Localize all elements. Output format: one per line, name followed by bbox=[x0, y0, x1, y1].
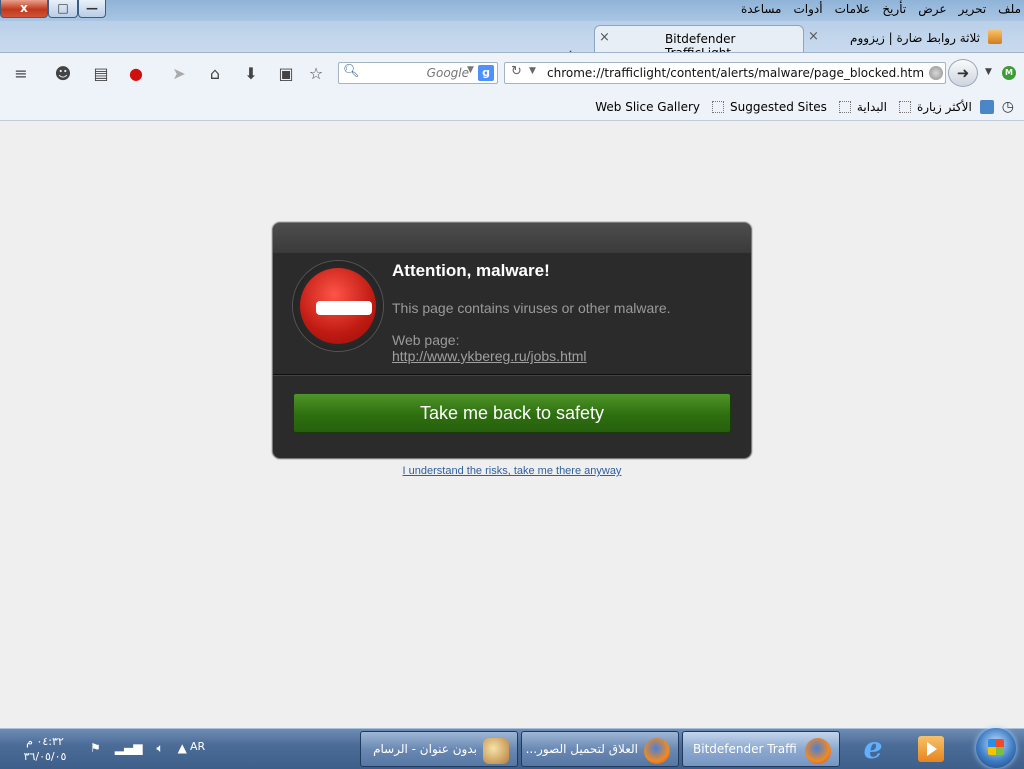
bookmark-label: Suggested Sites bbox=[730, 100, 827, 114]
alert-title: Attention, malware! bbox=[392, 261, 550, 280]
clipboard-icon[interactable]: ▣ bbox=[275, 63, 297, 85]
bookmark-web-slice-gallery[interactable]: Web Slice Gallery bbox=[595, 100, 700, 114]
bookmark-most-visited[interactable]: الأكثر زيارة bbox=[895, 100, 972, 114]
malware-alert-dialog: Attention, malware! This page contains v… bbox=[272, 222, 752, 459]
minimize-icon: — bbox=[86, 1, 98, 15]
bookmarks-toolbar: ◷ الأكثر زيارة البداية Suggested Sites W… bbox=[0, 93, 1024, 121]
stop-bar bbox=[316, 301, 372, 315]
bookmark-page-icon bbox=[898, 101, 911, 113]
windows-logo-icon bbox=[988, 739, 1004, 755]
menu-item-edit[interactable]: تحرير bbox=[959, 2, 987, 16]
task-label: العلاق لتحميل الصور... bbox=[526, 742, 638, 756]
window-minimize-button[interactable]: — bbox=[78, 0, 106, 18]
history-clock-icon[interactable]: ◷ bbox=[1002, 99, 1014, 115]
firefox-icon bbox=[805, 738, 831, 764]
tab-zizoom[interactable]: × ثلاثة روابط ضارة | زيزووم ... bbox=[804, 25, 1016, 52]
reader-view-icon[interactable]: ▤ bbox=[90, 63, 112, 85]
taskbar: ٠٤:٣٢ م ٣٦/٠٥/٠٥ ⚑ ▂▄▆ 🔈︎ ▲ AR بدون عنوا… bbox=[0, 728, 1024, 769]
bookmark-getting-started[interactable]: البداية bbox=[835, 100, 887, 114]
blocked-url-link[interactable]: http://www.ykbereg.ru/jobs.html bbox=[392, 348, 587, 364]
menu-item-file[interactable]: ملف bbox=[998, 2, 1021, 16]
dialog-divider bbox=[273, 374, 751, 376]
search-icon: 🔍︎ bbox=[343, 64, 360, 79]
internet-explorer-icon[interactable]: e bbox=[856, 733, 890, 767]
web-slice-icon[interactable] bbox=[979, 100, 994, 114]
bookmark-label: الأكثر زيارة bbox=[916, 100, 972, 114]
url-input[interactable] bbox=[547, 65, 925, 81]
system-tray: ⚑ ▂▄▆ 🔈︎ ▲ bbox=[90, 741, 187, 756]
forward-button[interactable]: ➜ bbox=[948, 59, 978, 87]
menu-item-bookmarks[interactable]: علامات bbox=[835, 2, 871, 16]
taskbar-item-paint[interactable]: بدون عنوان - الرسام bbox=[360, 731, 518, 767]
title-bar: x □ — ملف تحرير عرض تأريخ علامات أدوات م… bbox=[0, 0, 1024, 21]
language-indicator[interactable]: AR bbox=[190, 740, 205, 753]
chevron-down-icon[interactable]: ▼ bbox=[985, 67, 992, 77]
media-player-icon[interactable] bbox=[918, 736, 944, 762]
menu-item-view[interactable]: عرض bbox=[918, 2, 946, 16]
start-button[interactable] bbox=[976, 728, 1016, 768]
volume-icon[interactable]: 🔈︎ bbox=[156, 741, 163, 756]
bookmark-label: البداية bbox=[856, 100, 887, 114]
google-engine-icon[interactable]: g bbox=[478, 65, 494, 81]
bookmark-suggested-sites[interactable]: Suggested Sites bbox=[708, 100, 827, 114]
search-box[interactable]: 🔍︎ ▼ g bbox=[338, 62, 498, 84]
menu-item-help[interactable]: مساعدة bbox=[741, 2, 782, 16]
tab-close-icon[interactable]: × bbox=[599, 30, 610, 45]
system-clock[interactable]: ٠٤:٣٢ م ٣٦/٠٥/٠٥ bbox=[14, 734, 76, 764]
chevron-down-icon[interactable]: ▼ bbox=[467, 65, 474, 75]
task-label: Bitdefender Traffi... bbox=[693, 742, 797, 756]
tab-close-icon[interactable]: × bbox=[808, 29, 819, 44]
bookmark-page-icon bbox=[838, 101, 851, 113]
navigation-toolbar: ≡ ☻ ▤ ● ➤ ⌂ ⬇ ▣ ☆ 🔍︎ ▼ g ↻ ▼ ➜ ▼ M bbox=[0, 52, 1024, 94]
stop-sign-icon bbox=[293, 261, 383, 351]
paint-icon bbox=[483, 738, 509, 764]
alert-message: This page contains viruses or other malw… bbox=[392, 300, 671, 316]
clock-time: ٠٤:٣٢ م bbox=[26, 735, 64, 748]
maximize-icon: □ bbox=[57, 1, 69, 15]
star-bookmark-icon[interactable]: ☆ bbox=[305, 63, 327, 85]
reload-icon[interactable]: ↻ bbox=[511, 64, 522, 79]
show-hidden-icons-icon[interactable]: ▲ bbox=[178, 741, 187, 756]
download-icon[interactable]: ⬇ bbox=[240, 63, 262, 85]
favicon-icon bbox=[988, 30, 1002, 44]
menu-hamburger-icon[interactable]: ≡ bbox=[10, 63, 32, 85]
close-icon: x bbox=[20, 1, 28, 15]
action-center-flag-icon[interactable]: ⚑ bbox=[90, 741, 101, 756]
window-close-button[interactable]: x bbox=[0, 0, 48, 18]
globe-icon bbox=[929, 66, 943, 80]
network-signal-icon[interactable]: ▂▄▆ bbox=[115, 741, 143, 756]
dialog-header bbox=[273, 223, 751, 253]
bookmark-page-icon bbox=[712, 101, 725, 113]
addon-m-icon[interactable]: M bbox=[1002, 66, 1016, 80]
tab-strip: + × Bitdefender TrafficLight × ثلاثة روا… bbox=[0, 21, 1024, 66]
proceed-anyway-link[interactable]: I understand the risks, take me there an… bbox=[272, 465, 752, 477]
menu-bar: ملف تحرير عرض تأريخ علامات أدوات مساعدة bbox=[741, 2, 1021, 16]
taskbar-item-firefox-bitdefender[interactable]: Bitdefender Traffi... bbox=[682, 731, 840, 767]
taskbar-item-firefox-upload[interactable]: العلاق لتحميل الصور... bbox=[521, 731, 679, 767]
tab-title: ثلاثة روابط ضارة | زيزووم ... bbox=[848, 31, 980, 45]
chevron-down-icon[interactable]: ▼ bbox=[529, 66, 536, 76]
firefox-icon bbox=[644, 738, 670, 764]
clock-date: ٣٦/٠٥/٠٥ bbox=[23, 750, 67, 763]
search-input[interactable] bbox=[359, 65, 469, 81]
back-to-safety-button[interactable]: Take me back to safety bbox=[293, 393, 731, 433]
home-icon[interactable]: ⌂ bbox=[204, 63, 226, 85]
tab-bitdefender[interactable]: × Bitdefender TrafficLight bbox=[594, 25, 804, 60]
task-label: بدون عنوان - الرسام bbox=[373, 742, 477, 756]
record-icon[interactable]: ● bbox=[125, 63, 147, 85]
bookmark-label: Web Slice Gallery bbox=[595, 100, 701, 114]
webpage-label: Web page: bbox=[392, 332, 460, 348]
smiley-addon-icon[interactable]: ☻ bbox=[52, 63, 74, 85]
send-icon[interactable]: ➤ bbox=[168, 63, 190, 85]
address-bar[interactable]: ↻ ▼ bbox=[504, 62, 946, 84]
window-maximize-button[interactable]: □ bbox=[48, 0, 78, 18]
menu-item-tools[interactable]: أدوات bbox=[794, 2, 823, 16]
menu-item-history[interactable]: تأريخ bbox=[882, 2, 906, 16]
